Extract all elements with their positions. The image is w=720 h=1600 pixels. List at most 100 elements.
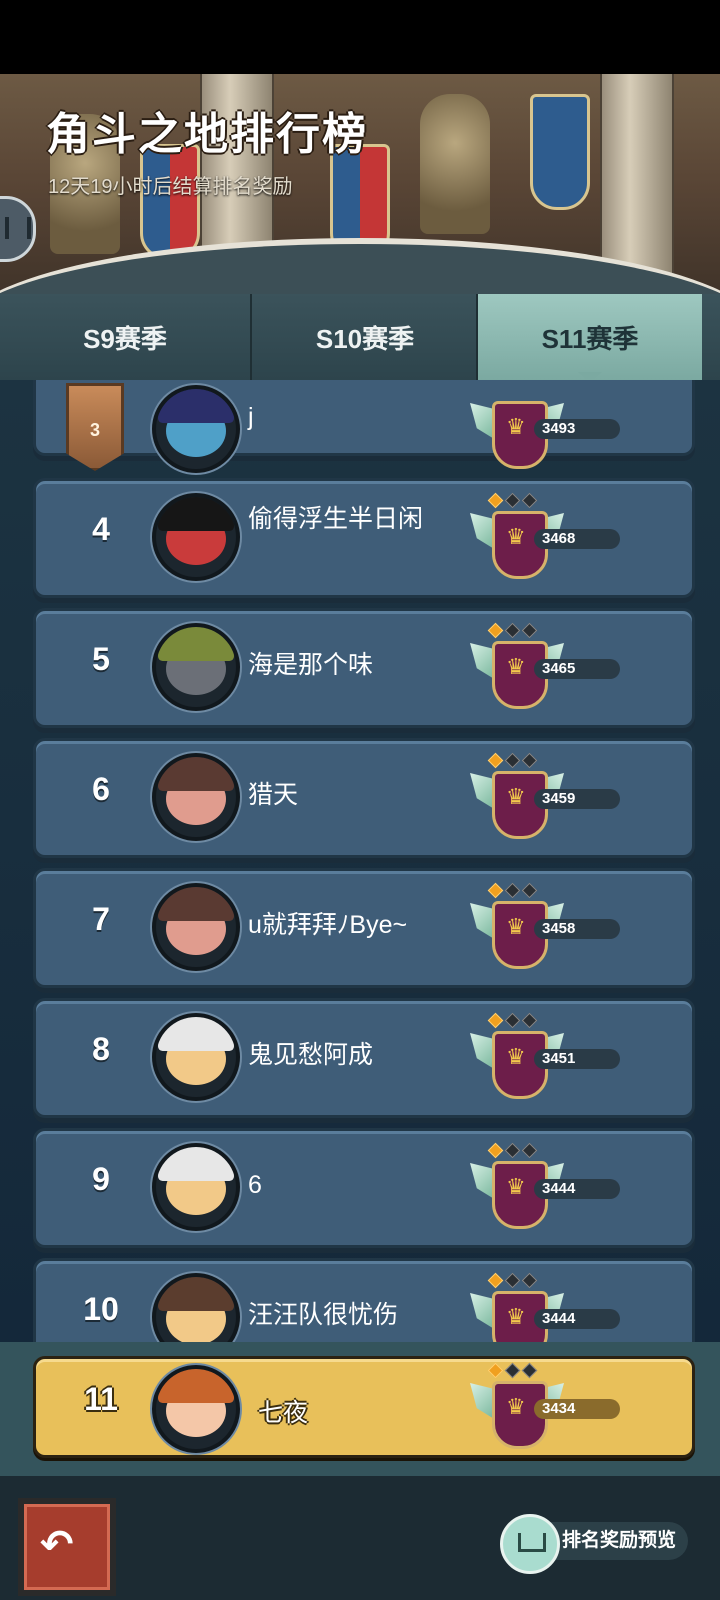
score-pill: 3459 [534,789,620,809]
pillar-decoration [600,74,674,274]
rank-tier-badge: 3465 [470,619,630,715]
gem-icon [504,492,521,509]
gem-icon [521,1272,538,1289]
tier-gems [487,492,538,509]
knight-statue [420,94,490,234]
tab-s10[interactable]: S10赛季 [252,294,478,380]
back-button[interactable]: ↶ [18,1498,116,1596]
gem-icon [487,622,504,639]
avatar[interactable] [152,883,240,971]
avatar-hat [158,757,234,791]
player-name: 6 [248,1171,262,1199]
leaderboard-row[interactable]: 6 猎天 3459 [33,738,695,858]
score-pill: 3493 [534,419,620,439]
gem-icon [487,752,504,769]
gem-icon [487,882,504,899]
tier-gems [487,882,538,899]
leaderboard-row[interactable]: 3 j 3493 [33,380,695,473]
gem-icon [504,622,521,639]
avatar-hat [158,497,234,531]
rank-tier-badge: 3444 [470,1269,630,1342]
score-pill: 3444 [534,1179,620,1199]
rank-tier-badge: 3458 [470,879,630,975]
rank-tier-badge: 3444 [470,1139,630,1235]
gem-icon [504,1272,521,1289]
avatar-hat [158,1017,234,1051]
player-name: 猎天 [248,781,299,809]
footer-bar: ↶ 排名奖励预览 [0,1476,720,1600]
leaderboard-row[interactable]: 8 鬼见愁阿成 3451 [33,998,695,1118]
gem-icon [504,882,521,899]
gem-icon [521,882,538,899]
gem-icon [521,1142,538,1159]
my-rank-panel: 11 七夜 3434 [0,1342,720,1476]
avatar[interactable] [152,385,240,473]
avatar[interactable] [152,1365,240,1453]
avatar-hat [158,1369,234,1403]
back-arrow-icon: ↶ [40,1523,74,1567]
avatar[interactable] [152,623,240,711]
score-pill: 3468 [534,529,620,549]
gem-icon [487,492,504,509]
score-pill: 3451 [534,1049,620,1069]
rank-tier-badge: 3493 [470,380,630,475]
reward-preview-button[interactable]: 排名奖励预览 [500,1514,700,1574]
score-pill: 3434 [534,1399,620,1419]
rank-number: 7 [92,901,110,937]
player-name: 七夜 [258,1399,309,1427]
avatar-hat [158,1277,234,1311]
rank-medal-icon: 3 [66,383,124,471]
rank-number: 8 [92,1031,110,1067]
tier-gems [487,1012,538,1029]
leaderboard-row[interactable]: 7 u就拜拜ﾉBye~ 3458 [33,868,695,988]
season-tabs: S9赛季 S10赛季 S11赛季 [0,294,720,380]
rank-tier-badge: 3434 [470,1359,630,1455]
tab-s9[interactable]: S9赛季 [0,294,250,380]
leaderboard-list[interactable]: 3 j 3493 4 偷得浮生半日闲 3468 5 [0,380,720,1342]
avatar[interactable] [152,493,240,581]
avatar[interactable] [152,1013,240,1101]
my-rank-row[interactable]: 11 七夜 3434 [33,1356,695,1458]
gem-icon [504,1362,521,1379]
gem-icon [504,1142,521,1159]
leaderboard-row[interactable]: 5 海是那个味 3465 [33,608,695,728]
leaderboard-row[interactable]: 4 偷得浮生半日闲 3468 [33,478,695,598]
tab-s11[interactable]: S11赛季 [478,294,702,380]
reward-preview-label: 排名奖励预览 [548,1522,689,1560]
gem-icon [521,622,538,639]
score-pill: 3465 [534,659,620,679]
gem-icon [521,752,538,769]
player-name: j [248,403,254,431]
gem-icon [487,1012,504,1029]
chest-icon [500,1514,560,1574]
tier-gems [487,622,538,639]
avatar[interactable] [152,753,240,841]
rank-number: 5 [92,641,110,677]
avatar[interactable] [152,1273,240,1342]
rank-number: 10 [83,1291,119,1327]
page-title: 角斗之地排行榜 [46,110,368,159]
gem-icon [504,752,521,769]
gem-icon [487,1362,504,1379]
settlement-countdown: 12天19小时后结算排名奖励 [48,176,293,198]
player-name: 汪汪队很忧伤 [248,1301,399,1329]
score-pill: 3444 [534,1309,620,1329]
gem-icon [504,1012,521,1029]
avatar[interactable] [152,1143,240,1231]
leaderboard-row[interactable]: 9 6 3444 [33,1128,695,1248]
rank-tier-badge: 3451 [470,1009,630,1105]
leaderboard-row[interactable]: 10 汪汪队很忧伤 3444 [33,1258,695,1342]
player-name: 海是那个味 [248,651,374,679]
player-name: 鬼见愁阿成 [248,1041,374,1069]
avatar-hat [158,887,234,921]
rank-number: 11 [84,1381,118,1417]
rank-tier-badge: 3468 [470,489,630,585]
avatar-hat [158,389,234,423]
player-name: u就拜拜ﾉBye~ [248,911,408,939]
avatar-hat [158,1147,234,1181]
tier-gems [487,752,538,769]
pause-icon [5,217,31,239]
tier-gems [487,1362,538,1379]
gem-icon [521,1012,538,1029]
gem-icon [521,492,538,509]
